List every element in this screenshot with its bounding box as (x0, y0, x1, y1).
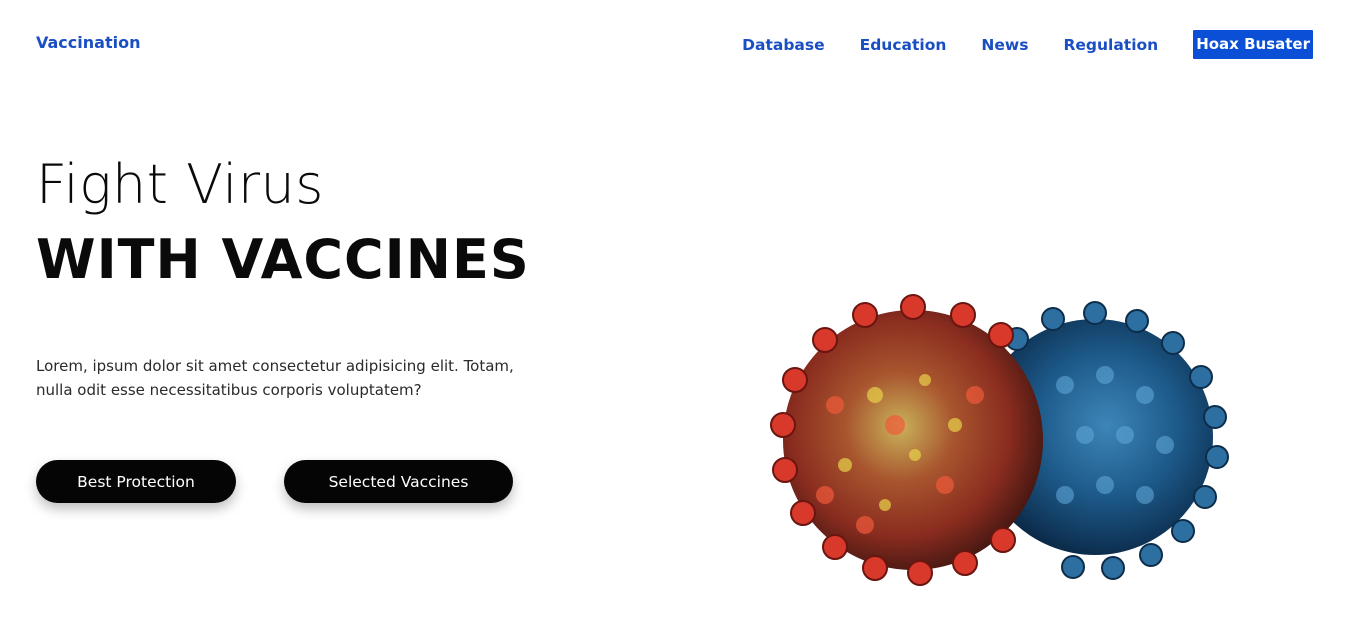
best-protection-button[interactable]: Best Protection (36, 460, 236, 503)
site-header: Vaccination Database Education News Regu… (0, 0, 1346, 90)
hero-description: Lorem, ipsum dolor sit amet consectetur … (36, 357, 514, 399)
hero-title-line2: WITH VACCINES (36, 228, 530, 291)
red-coronavirus-icon (770, 294, 1043, 586)
site-logo[interactable]: Vaccination (36, 33, 140, 52)
main-nav: Database Education News Regulation Hoax … (707, 30, 1313, 59)
nav-link-hoax-buster[interactable]: Hoax Busater (1193, 30, 1313, 59)
hero-title-line1: Fight Virus (36, 153, 324, 216)
nav-link-news[interactable]: News (981, 36, 1028, 54)
selected-vaccines-button[interactable]: Selected Vaccines (284, 460, 513, 503)
nav-link-education[interactable]: Education (860, 36, 947, 54)
virus-illustration (765, 285, 1235, 595)
nav-link-regulation[interactable]: Regulation (1063, 36, 1158, 54)
nav-link-database[interactable]: Database (742, 36, 825, 54)
